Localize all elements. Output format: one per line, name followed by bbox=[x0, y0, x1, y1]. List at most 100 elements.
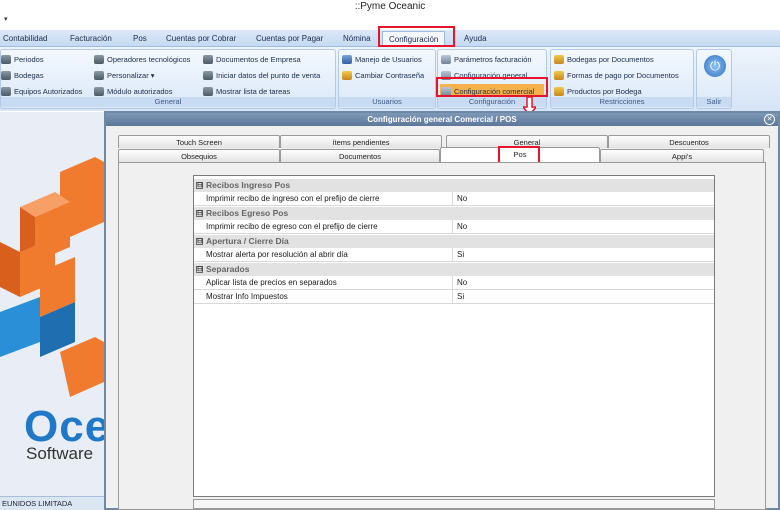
property-row[interactable]: Imprimir recibo de ingreso con el prefij… bbox=[194, 192, 714, 206]
quick-access-dropdown-icon[interactable]: ▾ bbox=[4, 15, 8, 23]
category-recibos-egreso[interactable]: ⊟ Recibos Egreso Pos bbox=[194, 207, 714, 220]
category-apertura-cierre[interactable]: ⊟ Apertura / Cierre Día bbox=[194, 235, 714, 248]
periodos-button[interactable]: Periodos bbox=[1, 53, 44, 66]
parametros-facturacion-label: Parámetros facturación bbox=[454, 55, 532, 64]
status-bar-company: EUNIDOS LIMITADA bbox=[0, 496, 104, 510]
property-name: Mostrar alerta por resolución al abrir d… bbox=[205, 248, 453, 262]
iniciar-datos-pos-label: Iniciar datos del punto de venta bbox=[216, 71, 321, 80]
chevron-down-icon: ▾ bbox=[150, 71, 155, 80]
logo-cubes-graphic bbox=[0, 157, 104, 397]
cambiar-contrasena-label: Cambiar Contraseña bbox=[355, 71, 425, 80]
operadores-tecnologicos-label: Operadores tecnológicos bbox=[107, 55, 191, 64]
property-value[interactable]: No bbox=[456, 220, 467, 234]
menu-configuracion-highlight bbox=[378, 26, 455, 47]
database-icon bbox=[1, 87, 11, 96]
menu-cuentas-por-cobrar[interactable]: Cuentas por Cobrar bbox=[166, 30, 236, 47]
property-row[interactable]: Imprimir recibo de egreso con el prefijo… bbox=[194, 220, 714, 234]
cambiar-contrasena-button[interactable]: Cambiar Contraseña bbox=[342, 69, 424, 82]
bodegas-label: Bodegas bbox=[14, 71, 44, 80]
tab-panel-pos: ⊟ Recibos Ingreso Pos Imprimir recibo de … bbox=[118, 162, 766, 510]
category-label: Recibos Ingreso Pos bbox=[206, 180, 291, 190]
manejo-usuarios-button[interactable]: Manejo de Usuarios bbox=[342, 53, 422, 66]
operadores-tecnologicos-button[interactable]: Operadores tecnológicos bbox=[94, 53, 190, 66]
personalizar-dropdown[interactable]: Personalizar ▾ bbox=[94, 69, 155, 82]
collapse-icon[interactable]: ⊟ bbox=[196, 266, 203, 273]
dialog-title: Configuración general Comercial / POS bbox=[106, 113, 778, 126]
category-separados[interactable]: ⊟ Separados bbox=[194, 263, 714, 276]
bodegas-por-documentos-button[interactable]: Bodegas por Documentos bbox=[554, 53, 654, 66]
power-icon[interactable]: ⏻ bbox=[704, 55, 726, 77]
database-icon bbox=[94, 87, 104, 96]
ribbon-group-label-general: General bbox=[1, 97, 335, 107]
ribbon: Periodos Bodegas Equipos Autorizados Ope… bbox=[0, 47, 780, 111]
close-icon[interactable]: ✕ bbox=[764, 114, 775, 125]
brand-subtitle: Software bbox=[26, 444, 94, 463]
menu-ayuda[interactable]: Ayuda bbox=[464, 30, 487, 47]
tab-touch-screen[interactable]: Touch Screen bbox=[118, 135, 280, 148]
database-icon bbox=[94, 71, 104, 80]
property-row[interactable]: Aplicar lista de precios en separados No bbox=[194, 276, 714, 290]
user-icon bbox=[342, 55, 352, 64]
productos-por-bodega-label: Productos por Bodega bbox=[567, 87, 642, 96]
menu-facturacion[interactable]: Facturación bbox=[70, 30, 112, 47]
property-value[interactable]: No bbox=[456, 192, 467, 206]
menu-pos[interactable]: Pos bbox=[133, 30, 147, 47]
tab-items-pendientes[interactable]: ítems pendientes bbox=[280, 135, 442, 148]
property-grid: ⊟ Recibos Ingreso Pos Imprimir recibo de … bbox=[193, 175, 715, 497]
property-name: Imprimir recibo de egreso con el prefijo… bbox=[205, 220, 453, 234]
property-name: Imprimir recibo de ingreso con el prefij… bbox=[205, 192, 453, 206]
window-title: ::Pyme Oceanic bbox=[0, 0, 780, 14]
config-dialog: Configuración general Comercial / POS ✕ … bbox=[104, 111, 780, 510]
category-recibos-ingreso[interactable]: ⊟ Recibos Ingreso Pos bbox=[194, 179, 714, 192]
database-icon bbox=[1, 71, 11, 80]
key-icon bbox=[554, 87, 564, 96]
collapse-icon[interactable]: ⊟ bbox=[196, 238, 203, 245]
menu-contabilidad[interactable]: Contabilidad bbox=[3, 30, 47, 47]
key-icon bbox=[554, 55, 564, 64]
modulo-autorizados-label: Módulo autorizados bbox=[107, 87, 173, 96]
ribbon-group-general: Periodos Bodegas Equipos Autorizados Ope… bbox=[0, 49, 336, 109]
bodegas-por-documentos-label: Bodegas por Documentos bbox=[567, 55, 654, 64]
manejo-usuarios-label: Manejo de Usuarios bbox=[355, 55, 422, 64]
tab-obsequios[interactable]: Obsequios bbox=[118, 149, 280, 162]
ribbon-group-label-salir: Salir bbox=[697, 97, 731, 107]
iniciar-datos-pos-button[interactable]: Iniciar datos del punto de venta bbox=[203, 69, 320, 82]
key-icon bbox=[554, 71, 564, 80]
category-label: Apertura / Cierre Día bbox=[206, 236, 289, 246]
parametros-facturacion-button[interactable]: Parámetros facturación bbox=[441, 53, 532, 66]
property-description-panel bbox=[193, 499, 715, 509]
menu-cuentas-por-pagar[interactable]: Cuentas por Pagar bbox=[256, 30, 323, 47]
documentos-empresa-button[interactable]: Documentos de Empresa bbox=[203, 53, 301, 66]
tab-descuentos[interactable]: Descuentos bbox=[608, 135, 770, 148]
ribbon-group-label-usuarios: Usuarios bbox=[339, 97, 435, 107]
property-row[interactable]: Mostrar Info Impuestos Si bbox=[194, 290, 714, 304]
formas-pago-button[interactable]: Formas de pago por Documentos bbox=[554, 69, 679, 82]
ribbon-group-usuarios: Manejo de Usuarios Cambiar Contraseña Us… bbox=[338, 49, 436, 109]
periodos-label: Periodos bbox=[14, 55, 44, 64]
property-value[interactable]: No bbox=[456, 276, 467, 290]
category-label: Separados bbox=[206, 264, 250, 274]
documentos-empresa-label: Documentos de Empresa bbox=[216, 55, 301, 64]
property-row[interactable]: Mostrar alerta por resolución al abrir d… bbox=[194, 248, 714, 262]
collapse-icon[interactable]: ⊟ bbox=[196, 210, 203, 217]
property-value[interactable]: Si bbox=[456, 248, 464, 262]
bodegas-button[interactable]: Bodegas bbox=[1, 69, 44, 82]
tab-appis[interactable]: Appi's bbox=[600, 149, 764, 162]
key-icon bbox=[342, 71, 352, 80]
category-label: Recibos Egreso Pos bbox=[206, 208, 289, 218]
ribbon-group-label-restricciones: Restricciones bbox=[551, 97, 693, 107]
collapse-icon[interactable]: ⊟ bbox=[196, 182, 203, 189]
ribbon-group-salir: ⏻ Salir bbox=[696, 49, 732, 109]
tab-documentos[interactable]: Documentos bbox=[280, 149, 440, 162]
formas-pago-label: Formas de pago por Documentos bbox=[567, 71, 679, 80]
mostrar-lista-tareas-label: Mostrar lista de tareas bbox=[216, 87, 291, 96]
property-name: Mostrar Info Impuestos bbox=[205, 290, 453, 304]
property-value[interactable]: Si bbox=[456, 290, 464, 304]
equipos-autorizados-label: Equipos Autorizados bbox=[14, 87, 83, 96]
database-icon bbox=[203, 71, 213, 80]
database-icon bbox=[1, 55, 11, 64]
database-icon bbox=[203, 55, 213, 64]
property-name: Aplicar lista de precios en separados bbox=[205, 276, 453, 290]
personalizar-label: Personalizar bbox=[107, 71, 149, 80]
menu-nomina[interactable]: Nómina bbox=[343, 30, 371, 47]
